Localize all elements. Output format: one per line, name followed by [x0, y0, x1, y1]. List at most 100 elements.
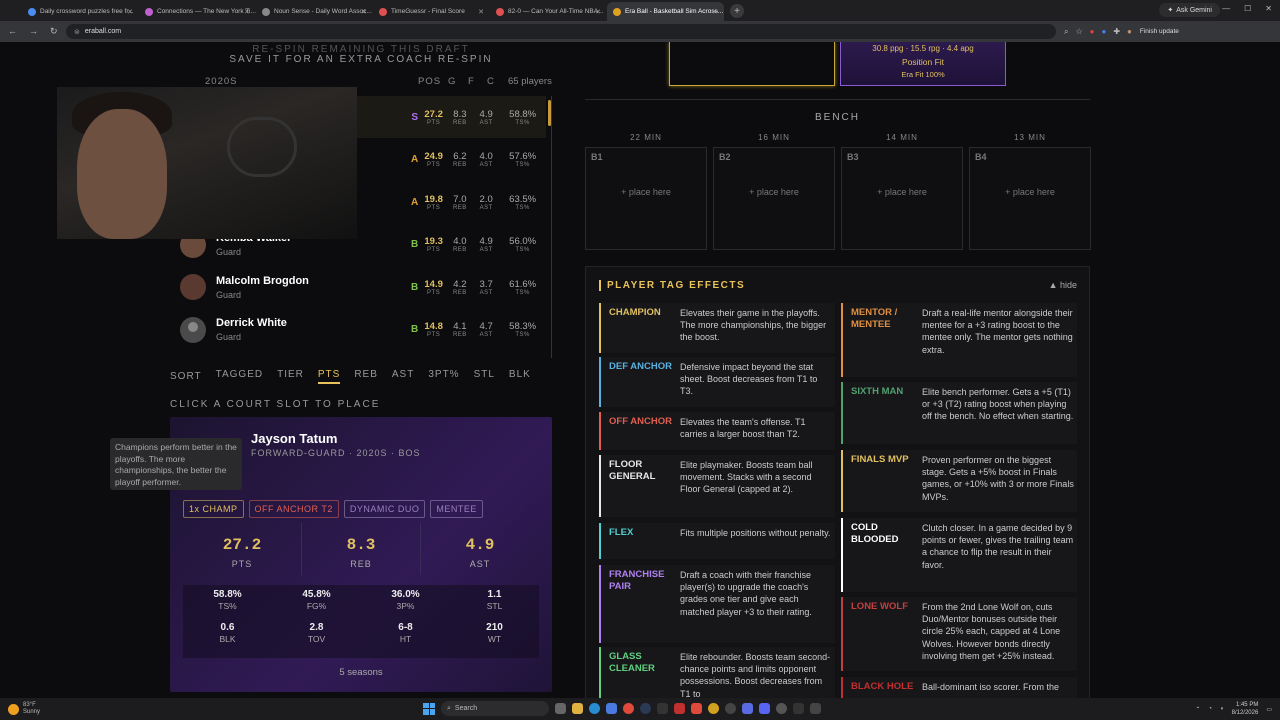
- filter-c[interactable]: C: [487, 76, 495, 87]
- era-label: 2020S: [205, 76, 238, 87]
- main-stat: 8.3 REB: [302, 523, 421, 575]
- sort-option-stl[interactable]: STL: [474, 369, 495, 384]
- instruction-text: CLICK A COURT SLOT TO PLACE: [170, 399, 381, 410]
- list-scrollbar[interactable]: [548, 100, 551, 126]
- tag-badge[interactable]: OFF ANCHOR T2: [248, 500, 339, 518]
- tag-description: Draft a real-life mentor alongside their…: [922, 308, 1073, 355]
- app-icon[interactable]: [742, 703, 753, 714]
- obs-icon[interactable]: [776, 703, 787, 714]
- bench-slot-b1[interactable]: B1 + place here: [585, 147, 707, 250]
- sort-option-blk[interactable]: BLK: [509, 369, 531, 384]
- extension-icon[interactable]: ●: [1090, 27, 1095, 36]
- stat-value: 57.6%: [509, 151, 537, 162]
- court-slot-filled[interactable]: 30.8 ppg · 15.5 rpg · 4.4 apg Position F…: [840, 42, 1006, 86]
- tag-description: Proven performer on the biggest stage. G…: [922, 455, 1074, 502]
- profile-avatar[interactable]: ●: [1127, 27, 1132, 36]
- bookmark-star-icon[interactable]: ☆: [1075, 27, 1082, 36]
- new-tab-button[interactable]: +: [730, 4, 744, 18]
- filter-g[interactable]: G: [448, 76, 456, 87]
- app-icon[interactable]: [657, 703, 668, 714]
- stat-label: PTS: [427, 162, 441, 168]
- windows-start-icon[interactable]: [423, 702, 435, 715]
- site-info-icon[interactable]: ⊜: [74, 28, 80, 36]
- close-tab-icon[interactable]: ✕: [127, 8, 133, 16]
- browser-tab[interactable]: Connections — The New York Ti... ✕: [139, 2, 256, 21]
- bench-slot-b4[interactable]: B4 + place here: [969, 147, 1091, 250]
- sort-option-pts[interactable]: PTS: [317, 369, 341, 384]
- bench-slot-b3[interactable]: B3 + place here: [841, 147, 963, 250]
- stat-label: REB: [452, 332, 467, 338]
- page-content: RE-SPIN REMAINING THIS DRAFT SAVE IT FOR…: [0, 42, 1280, 698]
- store-icon[interactable]: [606, 703, 617, 714]
- finish-update-button[interactable]: Finish update: [1140, 28, 1179, 35]
- bench-slot-b2[interactable]: B2 + place here: [713, 147, 835, 250]
- stat-reb: 4.0 REB: [447, 236, 473, 253]
- player-count: 65 players: [508, 76, 552, 87]
- filter-f[interactable]: F: [468, 76, 475, 87]
- close-icon[interactable]: ✕: [1265, 4, 1272, 13]
- secondary-stat: 1.1 STL: [450, 589, 539, 622]
- network-icon[interactable]: ◔: [1208, 706, 1212, 712]
- close-tab-icon[interactable]: ✕: [478, 8, 484, 16]
- sort-option-3ptpct[interactable]: 3PT%: [428, 369, 459, 384]
- ask-gemini-button[interactable]: ✦ Ask Gemini: [1159, 3, 1220, 17]
- close-tab-icon[interactable]: ✕: [595, 8, 601, 16]
- browser-tab[interactable]: Noun Sense - Daily Word Assoc... ✕: [256, 2, 373, 21]
- sort-option-ast[interactable]: AST: [392, 369, 414, 384]
- tag-badge[interactable]: DYNAMIC DUO: [343, 500, 426, 518]
- browser-tab[interactable]: Era Ball - Basketball Sim Across... ✕: [607, 2, 724, 21]
- browser-tab[interactable]: Daily crossword puzzles free fr... ✕: [22, 2, 139, 21]
- clock[interactable]: 1:45 PM 8/12/2026: [1232, 701, 1259, 717]
- stat-ast: 4.0 AST: [473, 151, 499, 168]
- app-icon[interactable]: [674, 703, 685, 714]
- edge-icon[interactable]: [589, 703, 600, 714]
- player-row[interactable]: Derrick White Guard B 14.8 PTS 4.1 REB 4.7 AST 58…: [170, 309, 546, 351]
- hide-toggle[interactable]: ▲ hide: [1049, 280, 1077, 290]
- browser-tab[interactable]: 82-0 — Can Your All-Time NBA... ✕: [490, 2, 607, 21]
- app-icon[interactable]: [810, 703, 821, 714]
- tag-effect-franchise-pair: FRANCHISE PAIR Draft a coach with their f…: [599, 565, 835, 643]
- reload-icon[interactable]: ↻: [50, 26, 58, 37]
- weather-widget[interactable]: 83°F Sunny: [8, 702, 40, 716]
- tag-effect-champion: CHAMPION Elevates their game in the playo…: [599, 303, 835, 353]
- stat-label: TS%: [515, 289, 530, 296]
- puzzle-icon[interactable]: ✚: [1113, 27, 1120, 36]
- browser-tab[interactable]: TimeGuessr - Final Score ✕: [373, 2, 490, 21]
- secondary-stat-label: TS%: [218, 601, 237, 611]
- discord-icon[interactable]: [759, 703, 770, 714]
- app-icon[interactable]: [708, 703, 719, 714]
- steam-icon[interactable]: [640, 703, 651, 714]
- taskbar-search[interactable]: ⌕ Search: [441, 701, 549, 716]
- task-view-icon[interactable]: [555, 703, 566, 714]
- player-row[interactable]: Malcolm Brogdon Guard B 14.9 PTS 4.2 REB 3.7 AST…: [170, 266, 546, 308]
- close-tab-icon[interactable]: ✕: [361, 8, 367, 16]
- extension-icon[interactable]: ●: [1102, 27, 1107, 36]
- url-field[interactable]: ⊜ eraball.com: [66, 24, 1056, 39]
- tag-badge[interactable]: 1x CHAMP: [183, 500, 244, 518]
- app-icon[interactable]: [725, 703, 736, 714]
- stat-label: TS%: [515, 332, 530, 338]
- notification-icon[interactable]: ▭: [1266, 706, 1272, 713]
- app-icon[interactable]: [793, 703, 804, 714]
- sort-option-tagged[interactable]: TAGGED: [216, 369, 263, 384]
- chrome-icon[interactable]: [623, 703, 634, 714]
- minimize-icon[interactable]: —: [1222, 4, 1230, 13]
- tag-badge[interactable]: MENTEE: [430, 500, 483, 518]
- player-info: Derrick White Guard: [216, 317, 401, 342]
- chevron-up-icon[interactable]: ⌃: [1195, 706, 1200, 713]
- close-tab-icon[interactable]: ✕: [712, 8, 718, 16]
- sort-option-tier[interactable]: TIER: [277, 369, 304, 384]
- court-slot-selected[interactable]: [669, 42, 835, 86]
- zoom-icon[interactable]: ⌕: [1064, 27, 1068, 37]
- secondary-stat-label: WT: [487, 633, 502, 644]
- stat-value: 19.8: [424, 193, 443, 205]
- maximize-icon[interactable]: ☐: [1244, 4, 1251, 13]
- sort-option-reb[interactable]: REB: [354, 369, 378, 384]
- volume-icon[interactable]: ◖: [1220, 706, 1224, 712]
- close-tab-icon[interactable]: ✕: [244, 8, 250, 16]
- file-explorer-icon[interactable]: [572, 703, 583, 714]
- back-icon[interactable]: ←: [8, 26, 17, 37]
- tag-name: FLOOR GENERAL: [609, 459, 656, 482]
- app-icon[interactable]: [691, 703, 702, 714]
- forward-icon[interactable]: →: [29, 26, 38, 37]
